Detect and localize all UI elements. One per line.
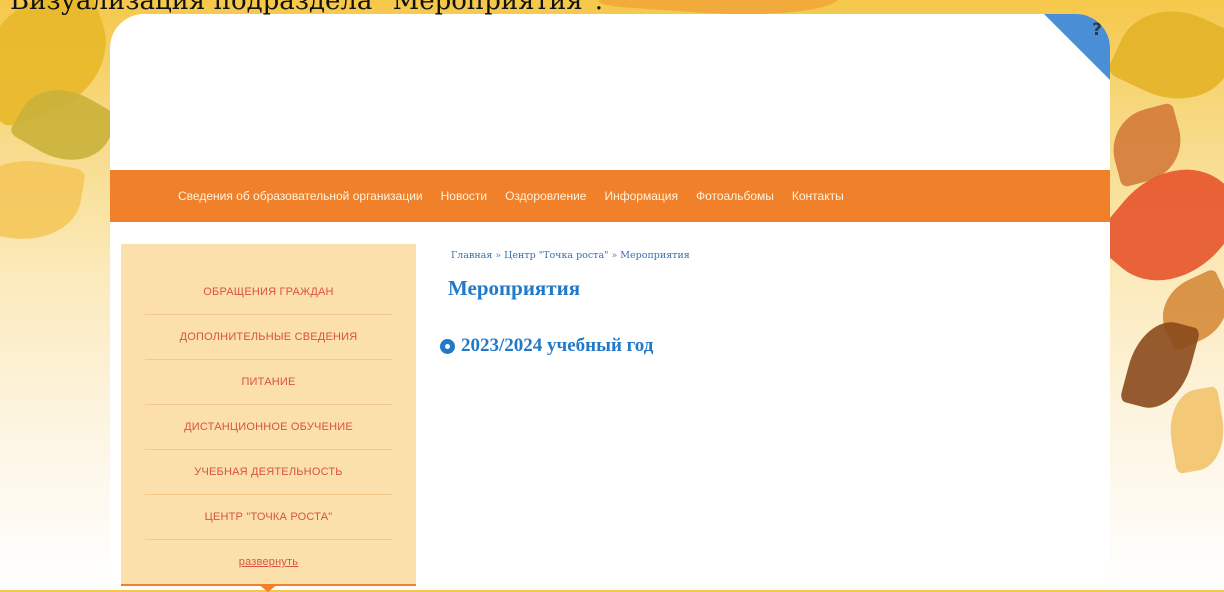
nav-item-information[interactable]: Информация [604,189,677,203]
document-caption: Визуализация подраздела "Мероприятия". [10,0,603,16]
main-content: Главная» Центр "Точка роста"» Мероприятия … [440,250,1080,357]
nav-item-photo-albums[interactable]: Фотоальбомы [696,189,774,203]
nav-item-contacts[interactable]: Контакты [792,189,844,203]
sidebar-menu: ОБРАЩЕНИЯ ГРАЖДАН ДОПОЛНИТЕЛЬНЫЕ СВЕДЕНИ… [121,244,416,586]
sidebar-item-nutrition[interactable]: ПИТАНИЕ [145,360,392,405]
question-mark-icon[interactable]: ? [1092,20,1102,40]
circle-bullet-icon [440,338,455,354]
page-container: ? Сведения об образовательной организаци… [110,14,1110,590]
breadcrumb: Главная» Центр "Точка роста"» Мероприятия [451,250,1080,261]
decorative-leaf [1106,0,1224,120]
breadcrumb-separator: » [611,250,618,261]
sidebar-item-growth-point-center[interactable]: ЦЕНТР "ТОЧКА РОСТА" [145,495,392,540]
sidebar-expand-link[interactable]: развернуть [145,540,392,584]
academic-year-link[interactable]: 2023/2024 учебный год [461,335,653,357]
nav-item-org-info[interactable]: Сведения об образовательной организации [178,189,423,203]
top-navigation: Сведения об образовательной организации … [110,170,1110,222]
breadcrumb-current: Мероприятия [620,250,690,261]
sidebar-item-distance-learning[interactable]: ДИСТАНЦИОННОЕ ОБУЧЕНИЕ [145,405,392,450]
nav-item-news[interactable]: Новости [441,189,487,203]
decorative-leaf [0,151,87,249]
sidebar-notch [258,584,278,592]
sidebar-item-educational-activity[interactable]: УЧЕБНАЯ ДЕЯТЕЛЬНОСТЬ [145,450,392,495]
sidebar-item-citizen-appeals[interactable]: ОБРАЩЕНИЯ ГРАЖДАН [145,270,392,315]
sidebar-item-additional-info[interactable]: ДОПОЛНИТЕЛЬНЫЕ СВЕДЕНИЯ [145,315,392,360]
nav-item-health[interactable]: Оздоровление [505,189,586,203]
decorative-leaf [1163,385,1224,475]
list-item-academic-year[interactable]: 2023/2024 учебный год [440,335,1080,357]
breadcrumb-parent-link[interactable]: Центр "Точка роста" [504,250,608,261]
breadcrumb-home-link[interactable]: Главная [451,250,492,261]
page-title: Мероприятия [448,276,581,300]
breadcrumb-separator: » [495,250,502,261]
